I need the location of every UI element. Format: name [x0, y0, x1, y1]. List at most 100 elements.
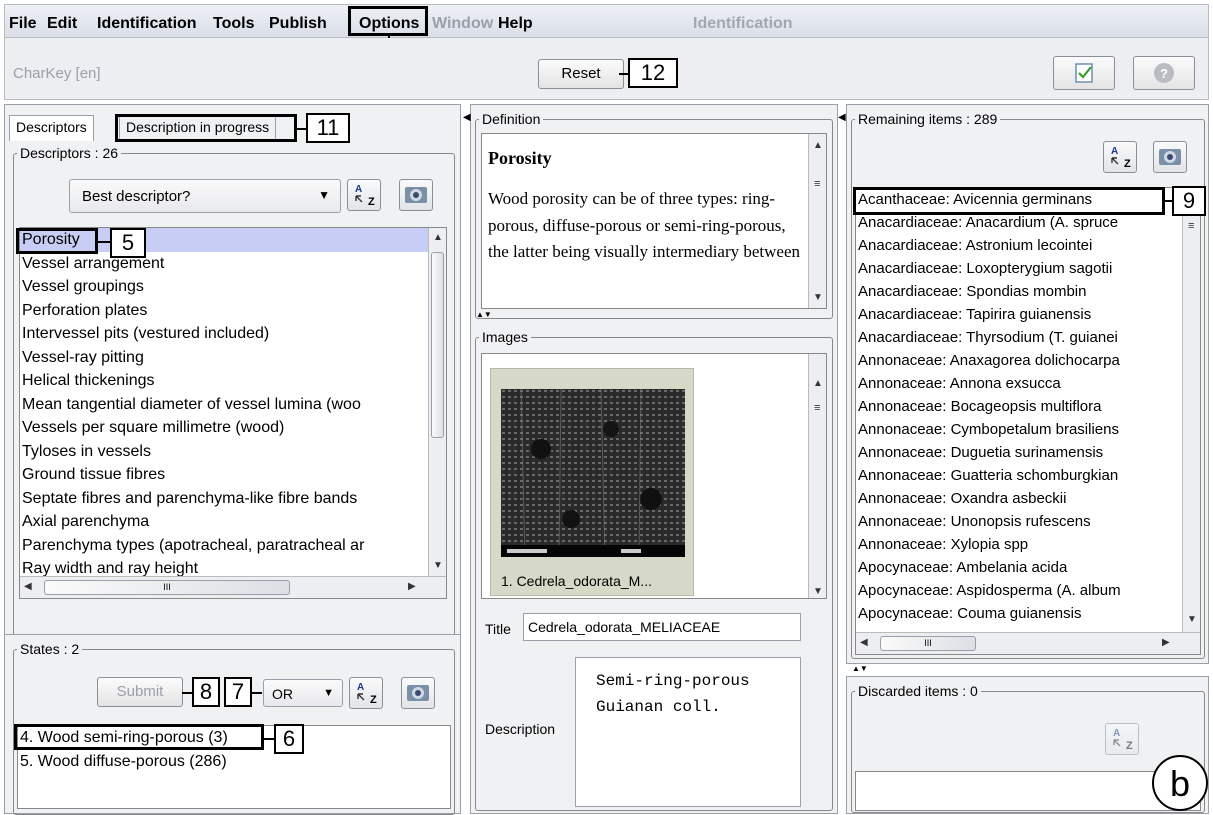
splitter-right-bottom-icon[interactable]: ▲▼ — [852, 664, 868, 673]
list-item[interactable]: Ground tissue fibres — [20, 463, 446, 487]
hscroll-thumb[interactable]: III — [44, 580, 290, 595]
submit-button[interactable]: Submit — [97, 677, 183, 707]
tab-highlight — [115, 114, 297, 142]
scroll-down-icon[interactable]: ▼ — [813, 586, 823, 597]
svg-text:Z: Z — [1126, 740, 1133, 752]
list-item[interactable]: Vessel-ray pitting — [20, 346, 446, 370]
sort-az-icon: A Z — [357, 682, 377, 706]
tab-descriptors[interactable]: Descriptors — [9, 115, 94, 141]
list-item[interactable]: Parenchyma types (apotracheal, paratrach… — [20, 534, 446, 558]
list-item[interactable]: Annonaceae: Oxandra asbeckii — [856, 487, 1200, 510]
list-item[interactable]: Axial parenchyma — [20, 510, 446, 534]
list-item[interactable]: Anacardiaceae: Astronium lecointei — [856, 234, 1200, 257]
remaining-vscrollbar[interactable]: ≡ ▼ — [1182, 216, 1200, 634]
menu-file[interactable]: File — [9, 15, 37, 33]
definition-box: Porosity Wood porosity can be of three t… — [481, 133, 827, 309]
list-item[interactable]: Annonaceae: Anaxagorea dolichocarpa — [856, 349, 1200, 372]
list-item[interactable]: Vessels per square millimetre (wood) — [20, 416, 446, 440]
scroll-left-icon[interactable]: ◀ — [860, 637, 868, 648]
list-item[interactable]: Annonaceae: Bocageopsis multiflora — [856, 395, 1200, 418]
list-item[interactable]: Tyloses in vessels — [20, 440, 446, 464]
menu-help[interactable]: Help — [498, 15, 533, 33]
definition-vscrollbar[interactable]: ▲ ≡ ▼ — [808, 134, 826, 308]
logic-select[interactable]: OR ▼ — [263, 679, 343, 707]
images-vscrollbar[interactable]: ▲ ≡ ▼ — [808, 354, 826, 598]
description-line-2: Guianan coll. — [596, 698, 721, 716]
callout-7: 7 — [224, 677, 252, 707]
remaining-sort-az-button[interactable]: A Z — [1103, 141, 1137, 173]
remaining-hscrollbar[interactable]: ◀ III ▶ — [856, 632, 1200, 654]
scroll-up-icon[interactable]: ▲ — [433, 232, 443, 243]
menu-window[interactable]: Window — [432, 15, 493, 33]
list-item[interactable]: Apocynaceae: Couma guianensis — [856, 602, 1200, 625]
list-item[interactable]: Vessel groupings — [20, 275, 446, 299]
scroll-down-icon[interactable]: ▼ — [813, 292, 823, 303]
reset-button[interactable]: Reset — [538, 59, 624, 89]
menu-publish[interactable]: Publish — [269, 15, 327, 33]
callout-8: 8 — [192, 677, 220, 707]
scroll-up-icon[interactable]: ▲ — [813, 140, 823, 151]
image-thumbnail-card[interactable]: 1. Cedrela_odorata_M... — [490, 368, 694, 596]
hscroll-thumb[interactable]: III — [880, 636, 976, 651]
list-item[interactable]: Apocynaceae: Aspidosperma (A. album — [856, 579, 1200, 602]
image-view-button[interactable] — [399, 179, 433, 211]
remaining-image-button[interactable] — [1153, 141, 1187, 173]
list-item[interactable]: Annonaceae: Duguetia surinamensis — [856, 441, 1200, 464]
splitter-left-icon[interactable]: ◀ — [463, 112, 471, 123]
list-item[interactable]: 5. Wood diffuse-porous (286) — [18, 750, 450, 774]
scroll-grip-icon: ≡ — [814, 178, 821, 190]
title-field[interactable]: Cedrela_odorata_MELIACEAE — [523, 613, 801, 641]
list-item[interactable]: Anacardiaceae: Spondias mombin — [856, 280, 1200, 303]
chevron-down-icon: ▼ — [318, 188, 330, 202]
menu-identification[interactable]: Identification — [97, 15, 197, 33]
list-item[interactable]: Apocynaceae: Ambelania acida — [856, 556, 1200, 579]
list-item[interactable]: Annonaceae: Cymbopetalum brasiliens — [856, 418, 1200, 441]
svg-text:A: A — [357, 682, 364, 693]
item-highlight — [853, 187, 1165, 215]
descriptors-vscrollbar[interactable]: ▲ ▼ — [428, 228, 446, 578]
discarded-sort-az-button[interactable]: A Z — [1105, 723, 1139, 755]
list-item[interactable]: Intervessel pits (vestured included) — [20, 322, 446, 346]
list-item[interactable]: Anacardiaceae: Tapirira guianensis — [856, 303, 1200, 326]
camera-icon — [405, 187, 427, 203]
description-line-1: Semi-ring-porous — [596, 672, 750, 690]
list-item[interactable]: Septate fibres and parenchyma-like fibre… — [20, 487, 446, 511]
sort-az-button[interactable]: A Z — [347, 179, 381, 211]
sort-az-icon: A Z — [1113, 728, 1133, 752]
states-image-button[interactable] — [401, 677, 435, 709]
wood-micrograph-image — [501, 389, 685, 557]
scroll-grip-icon: ≡ — [1188, 220, 1195, 232]
app-label: CharKey [en] — [13, 65, 101, 82]
scroll-down-icon[interactable]: ▼ — [1187, 614, 1197, 625]
callout-9: 9 — [1172, 186, 1206, 216]
states-sort-az-button[interactable]: A Z — [349, 677, 383, 709]
scroll-up-icon[interactable]: ▲ — [813, 378, 823, 389]
scroll-right-icon[interactable]: ▶ — [1162, 637, 1170, 648]
descriptors-hscrollbar[interactable]: ◀ III ▶ — [20, 576, 446, 598]
vscroll-thumb[interactable] — [431, 252, 444, 438]
list-item[interactable]: Anacardiaceae: Loxopterygium sagotii — [856, 257, 1200, 280]
list-item[interactable]: Annonaceae: Annona exsucca — [856, 372, 1200, 395]
scroll-left-icon[interactable]: ◀ — [24, 581, 32, 592]
menu-tools[interactable]: Tools — [213, 15, 254, 33]
menu-edit[interactable]: Edit — [47, 15, 77, 33]
list-item[interactable]: Anacardiaceae: Thyrsodium (T. guianei — [856, 326, 1200, 349]
list-item[interactable]: Perforation plates — [20, 299, 446, 323]
list-item[interactable]: Helical thickenings — [20, 369, 446, 393]
description-field[interactable]: Semi-ring-porous Guianan coll. — [575, 657, 801, 807]
list-item[interactable]: Annonaceae: Guatteria schomburgkian — [856, 464, 1200, 487]
splitter-middle-icon[interactable]: ▲▼ — [476, 310, 492, 319]
images-list: 1. Cedrela_odorata_M... ▲ ≡ ▼ — [481, 353, 827, 599]
scroll-right-icon[interactable]: ▶ — [408, 581, 416, 592]
scroll-down-icon[interactable]: ▼ — [433, 560, 443, 571]
list-item[interactable]: Annonaceae: Unonopsis rufescens — [856, 510, 1200, 533]
checklist-button[interactable] — [1053, 56, 1115, 90]
mode-label: Identification — [693, 15, 793, 32]
list-item[interactable]: Annonaceae: Xylopia spp — [856, 533, 1200, 556]
sort-select[interactable]: Best descriptor? ▼ — [69, 179, 341, 213]
help-button[interactable]: ? — [1133, 56, 1195, 90]
splitter-right-icon[interactable]: ◀ — [838, 112, 846, 123]
list-item[interactable]: Vessel arrangement — [20, 252, 446, 276]
list-item[interactable]: Mean tangential diameter of vessel lumin… — [20, 393, 446, 417]
panel-letter-badge: b — [1152, 755, 1208, 811]
